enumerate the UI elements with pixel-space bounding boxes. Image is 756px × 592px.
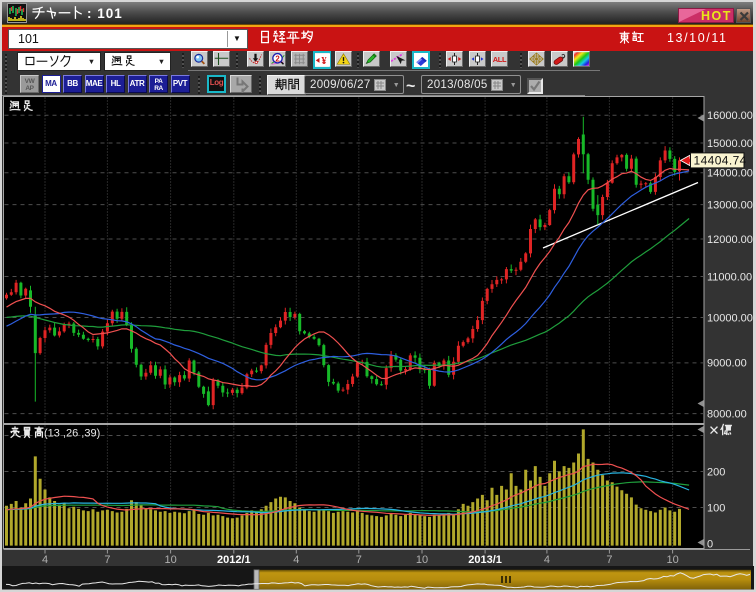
svg-text:2: 2 (275, 55, 280, 64)
svg-text:7: 7 (104, 554, 110, 566)
svg-text:16000.00: 16000.00 (707, 110, 753, 122)
svg-text:14000.00: 14000.00 (707, 168, 753, 180)
svg-text:7: 7 (356, 554, 362, 566)
svg-text:9000.00: 9000.00 (707, 358, 747, 370)
svg-text:4: 4 (544, 554, 550, 566)
svg-text:100: 100 (707, 502, 725, 514)
svg-text:10000.00: 10000.00 (707, 312, 753, 324)
svg-text:10: 10 (416, 554, 428, 566)
svg-text:15000.00: 15000.00 (707, 138, 753, 150)
svg-text:8000.00: 8000.00 (707, 408, 747, 420)
svg-text:12000.00: 12000.00 (707, 234, 753, 246)
svg-text:(13 ,26 ,39): (13 ,26 ,39) (44, 428, 100, 440)
svg-text:2013/1: 2013/1 (468, 554, 502, 566)
svg-text:14404.74: 14404.74 (694, 154, 747, 168)
svg-text:4: 4 (42, 554, 48, 566)
svg-text:0: 0 (707, 538, 713, 550)
svg-text:ALL: ALL (493, 55, 507, 64)
svg-text:13000.00: 13000.00 (707, 199, 753, 211)
svg-text:10: 10 (666, 554, 678, 566)
svg-text:7: 7 (606, 554, 612, 566)
svg-text:200: 200 (707, 466, 725, 478)
svg-text:4: 4 (293, 554, 299, 566)
svg-text:2012/1: 2012/1 (217, 554, 251, 566)
svg-text:11000.00: 11000.00 (707, 271, 752, 283)
svg-text:¥: ¥ (321, 56, 327, 67)
svg-text:10: 10 (164, 554, 176, 566)
